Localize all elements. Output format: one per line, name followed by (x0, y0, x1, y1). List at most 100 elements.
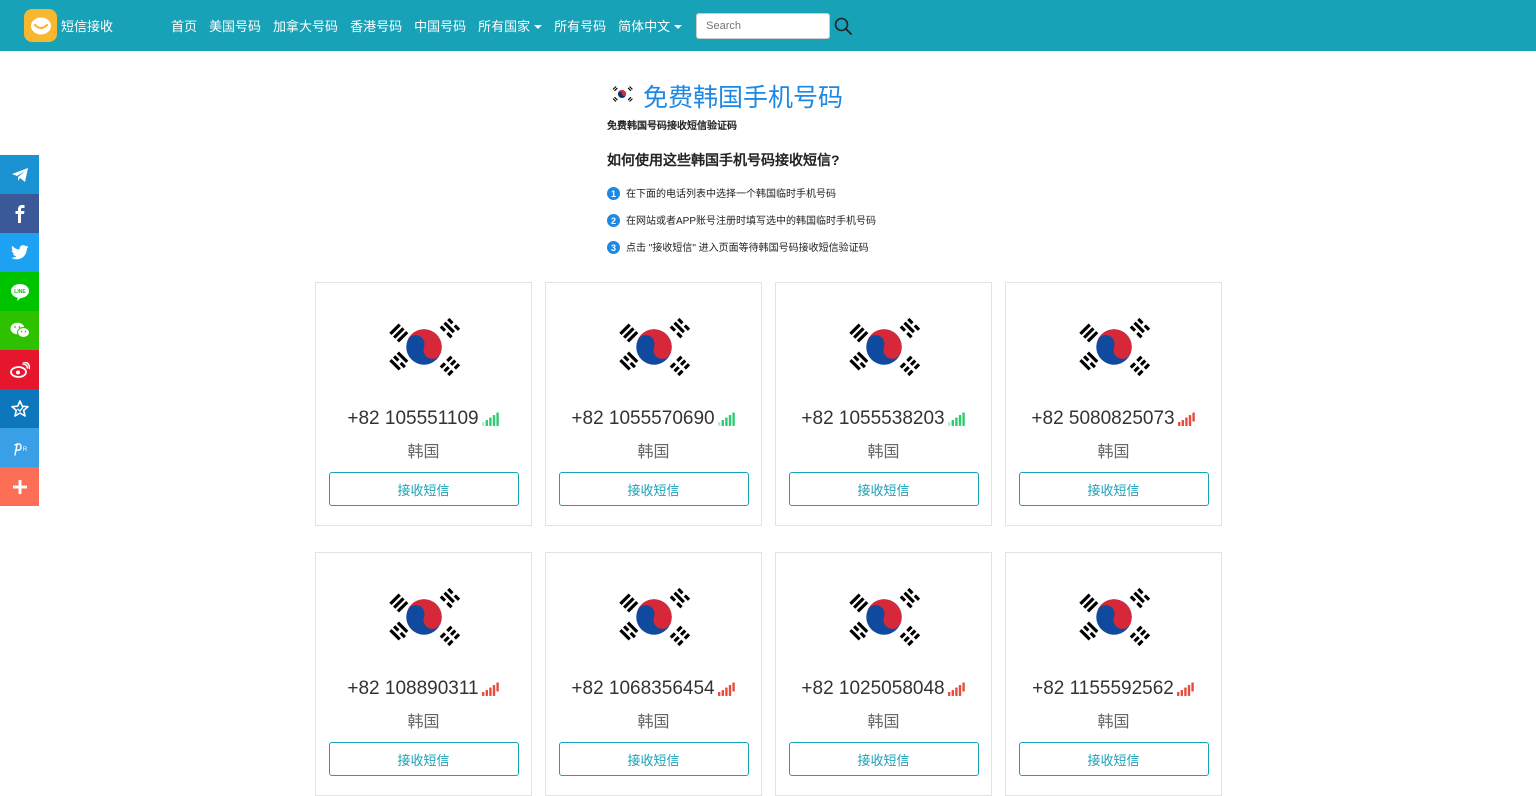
signal-strength-icon (717, 412, 735, 426)
signal-strength-icon (481, 682, 499, 696)
page-header: 免费韩国手机号码 免费韩国号码接收短信验证码 如何使用这些韩国手机号码接收短信?… (607, 78, 1027, 260)
phone-card: +82 5080825073 韩国 接收短信 (1005, 282, 1222, 526)
howto-step: 1 在下面的电话列表中选择一个韩国临时手机号码 (607, 179, 1027, 206)
line-share-icon[interactable]: LINE (0, 272, 39, 311)
receive-sms-button[interactable]: 接收短信 (558, 742, 749, 776)
phone-row: +82 5080825073 (1031, 408, 1195, 430)
signal-strength-icon (947, 412, 965, 426)
country-name: 韩国 (1097, 444, 1130, 461)
brand-logo-icon (24, 9, 57, 42)
howto-steps: 1 在下面的电话列表中选择一个韩国临时手机号码 2 在网站或者APP账号注册时填… (607, 179, 1027, 260)
phone-row: +82 108890311 (347, 678, 499, 700)
receive-sms-button[interactable]: 接收短信 (558, 472, 749, 506)
step-number-badge: 2 (607, 214, 620, 227)
korea-flag-icon (381, 587, 466, 647)
pinterest-share-icon[interactable]: R (0, 428, 39, 467)
phone-number: +82 1068356454 (571, 678, 715, 699)
brand-link[interactable]: 短信接收 (24, 9, 113, 42)
howto-step: 3 点击 "接收短信" 进入页面等待韩国号码接收短信验证码 (607, 233, 1027, 260)
phone-row: +82 1155592562 (1032, 678, 1195, 700)
country-name: 韩国 (867, 714, 900, 731)
korea-flag-icon (609, 84, 635, 109)
signal-strength-icon (717, 682, 735, 696)
receive-sms-button[interactable]: 接收短信 (328, 472, 519, 506)
nav-canada-numbers[interactable]: 加拿大号码 (273, 16, 338, 35)
telegram-share-icon[interactable] (0, 155, 39, 194)
korea-flag-icon (1071, 587, 1156, 647)
phone-card: +82 1025058048 韩国 接收短信 (775, 552, 992, 796)
receive-sms-button[interactable]: 接收短信 (788, 742, 979, 776)
phone-row: +82 105551109 (347, 408, 499, 430)
country-name: 韩国 (1097, 714, 1130, 731)
howto-step: 2 在网站或者APP账号注册时填写选中的韩国临时手机号码 (607, 206, 1027, 233)
wechat-share-icon[interactable] (0, 311, 39, 350)
phone-row: +82 1055538203 (801, 408, 965, 430)
phone-number: +82 1025058048 (801, 678, 945, 699)
country-name: 韩国 (867, 444, 900, 461)
country-name: 韩国 (407, 444, 440, 461)
page-title: 免费韩国手机号码 (643, 84, 844, 112)
twitter-share-icon[interactable] (0, 233, 39, 272)
phone-row: +82 1068356454 (571, 678, 735, 700)
nav-all-numbers[interactable]: 所有号码 (554, 16, 606, 35)
nav-home[interactable]: 首页 (171, 16, 197, 35)
korea-flag-icon (1071, 317, 1156, 377)
brand-name: 短信接收 (61, 19, 114, 34)
phone-card: +82 1155592562 韩国 接收短信 (1005, 552, 1222, 796)
country-name: 韩国 (407, 714, 440, 731)
phone-number: +82 1055538203 (801, 408, 945, 429)
receive-sms-button[interactable]: 接收短信 (1018, 472, 1209, 506)
phone-card: +82 1055570690 韩国 接收短信 (545, 282, 762, 526)
search-input[interactable] (696, 12, 831, 39)
nav-china-numbers[interactable]: 中国号码 (414, 16, 466, 35)
signal-strength-icon (1177, 412, 1195, 426)
phone-number: +82 1155592562 (1032, 678, 1174, 699)
korea-flag-icon (611, 317, 696, 377)
signal-strength-icon (1176, 682, 1194, 696)
title-row: 免费韩国手机号码 (609, 78, 1027, 114)
korea-flag-icon (841, 587, 926, 647)
page-subtitle: 免费韩国号码接收短信验证码 (607, 121, 737, 132)
step-text: 在下面的电话列表中选择一个韩国临时手机号码 (626, 189, 836, 200)
svg-text:LINE: LINE (14, 289, 26, 295)
search-icon[interactable] (834, 16, 854, 36)
phone-card: +82 108890311 韩国 接收短信 (315, 552, 532, 796)
navbar: 短信接收 首页 美国号码 加拿大号码 香港号码 中国号码 所有国家 所有号码 简… (0, 0, 1536, 51)
country-name: 韩国 (637, 444, 670, 461)
nav-links: 首页 美国号码 加拿大号码 香港号码 中国号码 所有国家 所有号码 简体中文 (171, 12, 854, 39)
korea-flag-icon (841, 317, 926, 377)
weibo-share-icon[interactable] (0, 350, 39, 389)
phone-number-grid: +82 105551109 韩国 接收短信 +82 1055570690 韩国 … (315, 282, 1223, 796)
signal-strength-icon (481, 412, 499, 426)
howto-title: 如何使用这些韩国手机号码接收短信? (607, 152, 840, 168)
receive-sms-button[interactable]: 接收短信 (328, 742, 519, 776)
nav-all-countries-dropdown[interactable]: 所有国家 (478, 16, 542, 35)
step-number-badge: 1 (607, 187, 620, 200)
receive-sms-button[interactable]: 接收短信 (788, 472, 979, 506)
phone-card: +82 105551109 韩国 接收短信 (315, 282, 532, 526)
nav-language-dropdown[interactable]: 简体中文 (618, 16, 682, 35)
step-text: 在网站或者APP账号注册时填写选中的韩国临时手机号码 (626, 216, 877, 227)
phone-row: +82 1055570690 (571, 408, 735, 430)
favorites-share-icon[interactable] (0, 389, 39, 428)
svg-text:R: R (22, 447, 27, 453)
korea-flag-icon (381, 317, 466, 377)
receive-sms-button[interactable]: 接收短信 (1018, 742, 1209, 776)
korea-flag-icon (611, 587, 696, 647)
phone-number: +82 108890311 (347, 678, 479, 699)
step-text: 点击 "接收短信" 进入页面等待韩国号码接收短信验证码 (626, 243, 869, 254)
more-share-icon[interactable] (0, 467, 39, 506)
country-name: 韩国 (637, 714, 670, 731)
phone-card: +82 1068356454 韩国 接收短信 (545, 552, 762, 796)
step-number-badge: 3 (607, 241, 620, 254)
nav-usa-numbers[interactable]: 美国号码 (209, 16, 261, 35)
signal-strength-icon (947, 682, 965, 696)
nav-hongkong-numbers[interactable]: 香港号码 (350, 16, 402, 35)
phone-card: +82 1055538203 韩国 接收短信 (775, 282, 992, 526)
share-sidebar: LINE R (0, 155, 39, 506)
phone-number: +82 5080825073 (1031, 408, 1175, 429)
phone-number: +82 105551109 (347, 408, 479, 429)
phone-row: +82 1025058048 (801, 678, 965, 700)
facebook-share-icon[interactable] (0, 194, 39, 233)
phone-number: +82 1055570690 (571, 408, 715, 429)
